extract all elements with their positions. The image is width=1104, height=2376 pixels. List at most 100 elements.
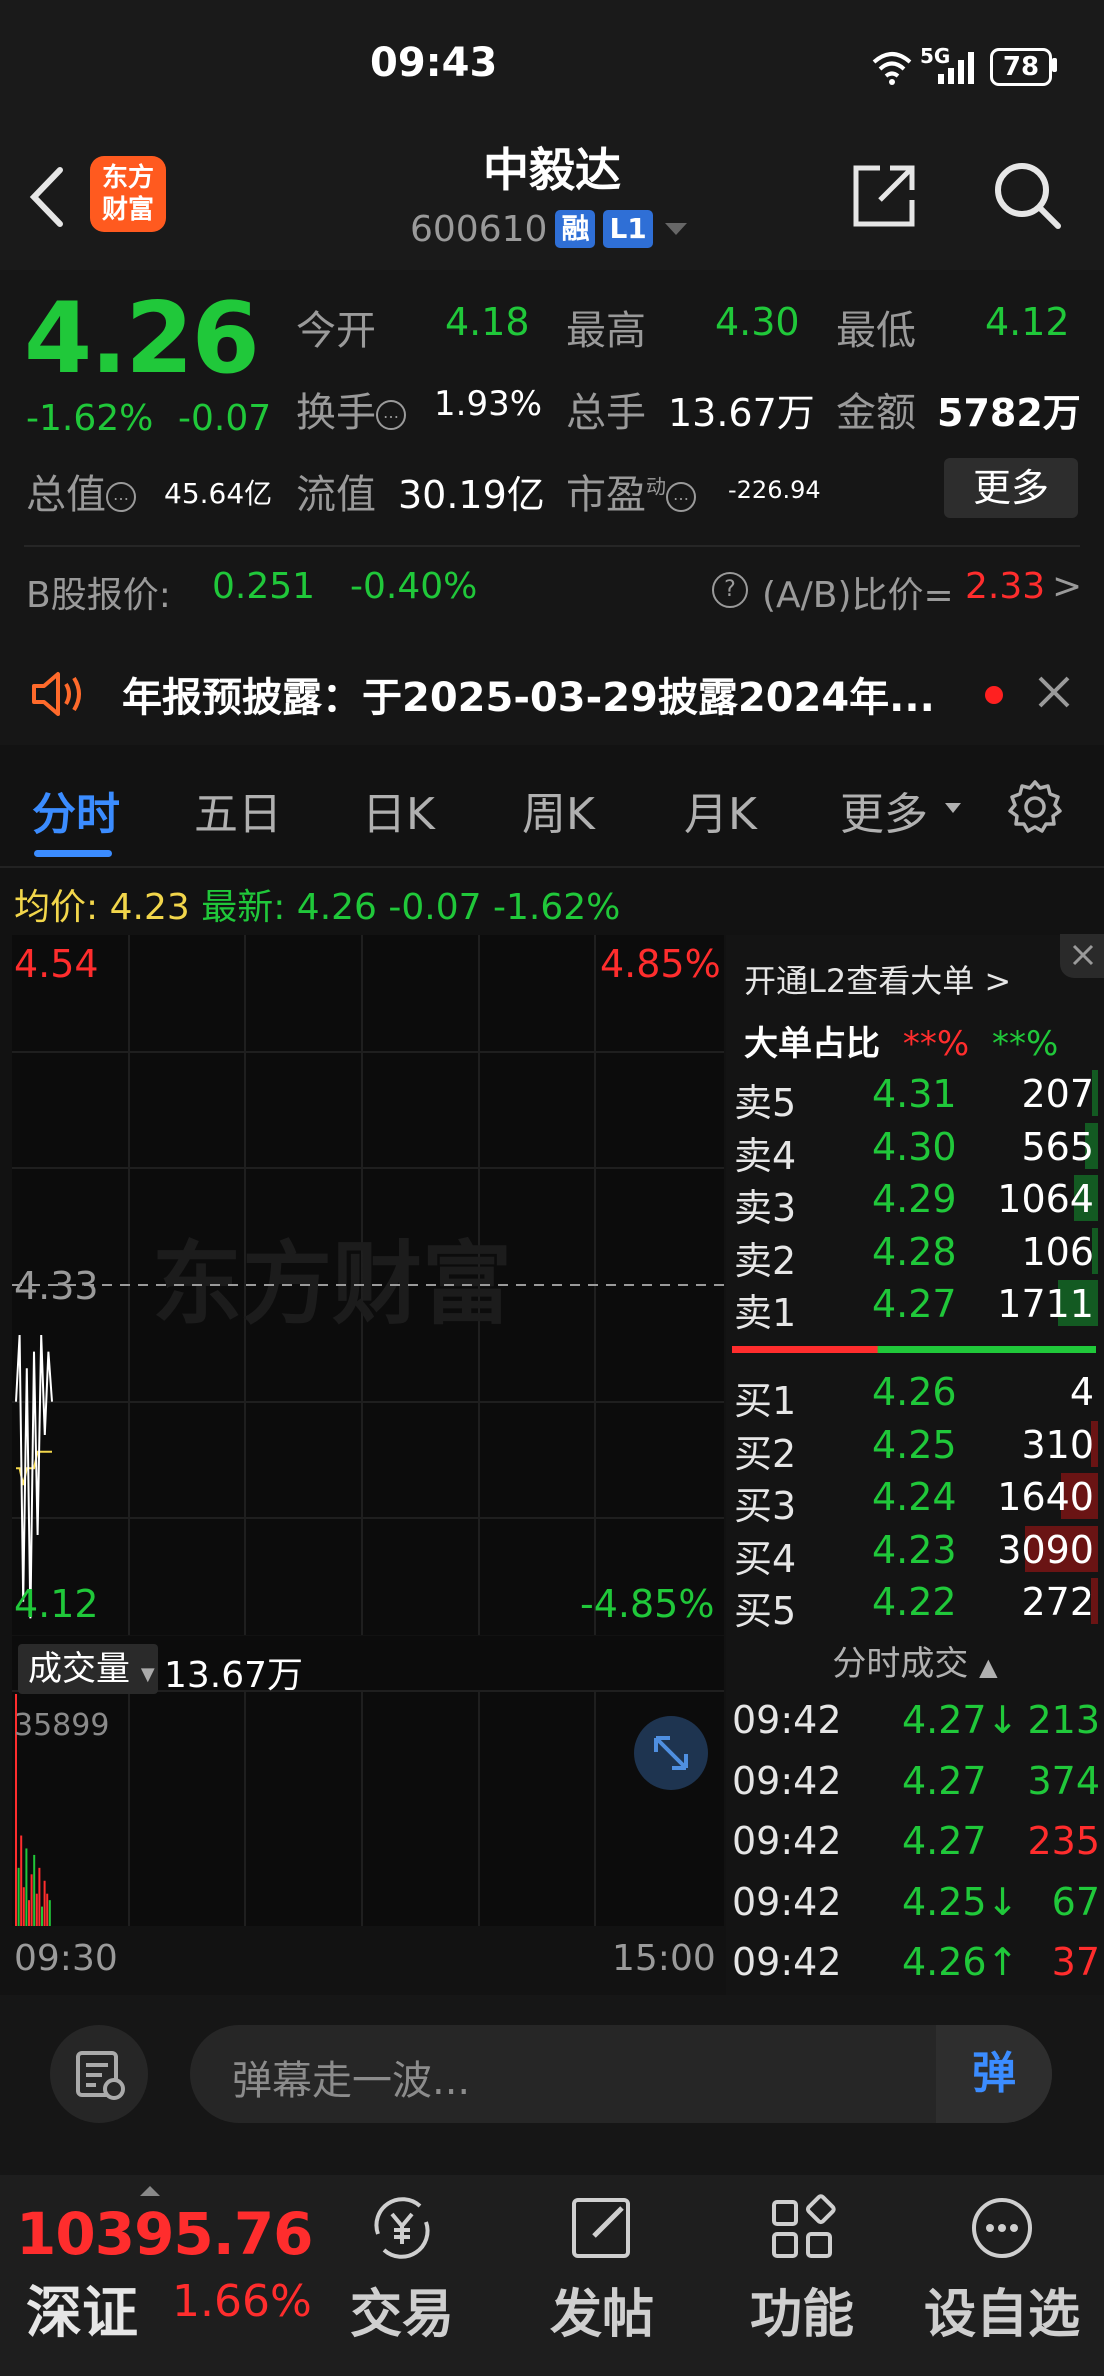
price-mid-label: 4.33 <box>14 1264 99 1308</box>
intraday-chart[interactable]: 东方财富 <box>12 935 724 1635</box>
nav-post-label: 发帖 <box>549 2285 654 2345</box>
tick-time: 09:42 <box>732 1698 842 1742</box>
time-start-label: 09:30 <box>14 1938 118 1979</box>
close-icon[interactable] <box>1034 672 1074 712</box>
info-icon[interactable]: … <box>106 482 136 512</box>
level-price: 4.28 <box>872 1229 957 1274</box>
tick-volume: 37 <box>1051 1940 1100 1984</box>
level-price: 4.24 <box>872 1475 957 1519</box>
bid-ask-ratio-bar <box>732 1346 1096 1353</box>
volume-selector[interactable]: 成交量 ▼ <box>18 1644 158 1694</box>
ask-row[interactable]: 卖3 4.29 1064 <box>726 1173 1098 1230</box>
expand-button[interactable] <box>634 1716 708 1790</box>
bid-row[interactable]: 买4 4.23 3090 <box>726 1524 1098 1581</box>
mktcap-label[interactable]: 总值… <box>26 462 136 520</box>
ab-ratio-value[interactable]: 2.33 <box>965 566 1045 607</box>
ticks-header[interactable]: 分时成交 ▲ <box>726 1636 1104 1685</box>
watermark: 东方财富 <box>152 1232 512 1337</box>
level-price: 4.31 <box>872 1072 957 1116</box>
tick-price: 4.26↑ <box>902 1940 1019 1984</box>
mktcap-label-text: 总值 <box>26 472 106 518</box>
index-percent[interactable]: 1.66% <box>172 2276 312 2327</box>
tick-price: 4.27↓ <box>902 1698 1019 1742</box>
chevron-right-icon[interactable]: > <box>1052 566 1082 607</box>
info-icon[interactable]: … <box>666 482 696 512</box>
low-label: 最低 <box>836 308 916 354</box>
tick-row: 09:42 4.26↑ 37 <box>732 1940 1100 1996</box>
pe-sup: 动 <box>646 474 666 499</box>
help-icon[interactable]: ? <box>712 572 748 608</box>
price-bottom-label: 4.12 <box>14 1582 99 1626</box>
bshare-change: -0.40% <box>350 566 478 607</box>
bid-row[interactable]: 买2 4.25 310 <box>726 1419 1098 1476</box>
nav-trade[interactable]: 交易 <box>322 2190 482 2347</box>
stock-code: 600610 <box>410 208 548 250</box>
notice-text[interactable]: 年报预披露：于2025-03-29披露2024年... <box>122 665 952 723</box>
volume-value: 13.67万 <box>668 391 815 435</box>
level-volume: 3090 <box>997 1527 1094 1572</box>
ask-row[interactable]: 卖1 4.27 1711 <box>726 1278 1098 1335</box>
tab-weekly-k[interactable]: 周K <box>522 778 595 842</box>
tab-five-day[interactable]: 五日 <box>194 778 282 842</box>
level-volume: 106 <box>1021 1229 1094 1274</box>
volume-bar <box>33 1854 36 1926</box>
stock-code-row[interactable]: 600610 融 L1 <box>410 206 687 252</box>
chevron-down-icon: ▼ <box>140 1664 155 1685</box>
level-volume: 272 <box>1021 1580 1094 1624</box>
nav-functions[interactable]: 功能 <box>722 2190 882 2347</box>
nav-add-watchlist[interactable]: 设自选 <box>922 2190 1082 2347</box>
tick-volume: 235 <box>1027 1819 1100 1863</box>
nav-add-watchlist-label: 设自选 <box>923 2285 1080 2345</box>
danmaku-button[interactable]: 弹 <box>936 2025 1052 2123</box>
tick-price: 4.27 <box>902 1758 987 1803</box>
close-panel-button[interactable] <box>1060 934 1104 978</box>
bshare-price: 0.251 <box>212 566 316 607</box>
level-price: 4.29 <box>872 1177 957 1221</box>
level-label: 卖1 <box>734 1291 797 1335</box>
tick-volume: 213 <box>1027 1698 1100 1742</box>
high-value: 4.30 <box>715 300 800 344</box>
ask-row[interactable]: 卖4 4.30 565 <box>726 1121 1098 1178</box>
pe-value: -226.94 <box>728 476 821 504</box>
tab-intraday[interactable]: 分时 <box>32 778 120 842</box>
change-value: -0.07 <box>178 398 272 439</box>
big-order-ratio: 大单占比 **% **% <box>744 1016 1058 1065</box>
tick-time: 09:42 <box>732 1879 842 1924</box>
l2-upgrade-link[interactable]: 开通L2查看大单 > <box>744 956 1011 1002</box>
pe-label[interactable]: 市盈动… <box>566 462 696 520</box>
bid-row[interactable]: 买3 4.24 1640 <box>726 1471 1098 1528</box>
ask-row[interactable]: 卖2 4.28 106 <box>726 1226 1098 1283</box>
level-label: 买4 <box>734 1536 797 1581</box>
bid-row[interactable]: 买5 4.22 272 <box>726 1576 1098 1633</box>
level-tag: L1 <box>603 210 653 248</box>
tick-volume: 374 <box>1027 1758 1100 1803</box>
tab-monthly-k[interactable]: 月K <box>684 778 757 842</box>
tick-time: 09:42 <box>732 1758 842 1803</box>
tick-time: 09:42 <box>732 1940 842 1984</box>
comment-settings-button[interactable] <box>50 2025 148 2123</box>
level-price: 4.22 <box>872 1580 957 1624</box>
price-top-label: 4.54 <box>14 942 99 986</box>
search-icon[interactable] <box>990 158 1064 232</box>
open-value: 4.18 <box>445 300 530 344</box>
grid-icon <box>772 2194 836 2258</box>
bid-row[interactable]: 买1 4.26 4 <box>726 1366 1098 1423</box>
nav-post[interactable]: 发帖 <box>522 2190 682 2347</box>
battery-tip <box>1052 58 1057 72</box>
amount-label: 金额 <box>836 390 916 436</box>
tab-more[interactable]: 更多 <box>840 778 928 842</box>
turnover-label[interactable]: 换手… <box>296 380 406 438</box>
gear-icon[interactable] <box>1006 778 1064 836</box>
volume-label: 总手 <box>566 390 646 436</box>
info-icon[interactable]: … <box>376 400 406 430</box>
chevron-up-icon[interactable] <box>140 2186 160 2196</box>
ab-ratio-label[interactable]: (A/B)比价= <box>762 566 954 618</box>
index-value[interactable]: 10395.76 <box>16 2200 314 2268</box>
edit-icon <box>572 2198 630 2258</box>
level-label: 买2 <box>734 1431 797 1476</box>
index-name[interactable]: 深证 <box>26 2268 138 2349</box>
tab-daily-k[interactable]: 日K <box>362 778 435 842</box>
ask-row[interactable]: 卖5 4.31 207 <box>726 1068 1098 1125</box>
more-button[interactable]: 更多 <box>944 458 1078 518</box>
share-icon[interactable] <box>850 160 920 230</box>
